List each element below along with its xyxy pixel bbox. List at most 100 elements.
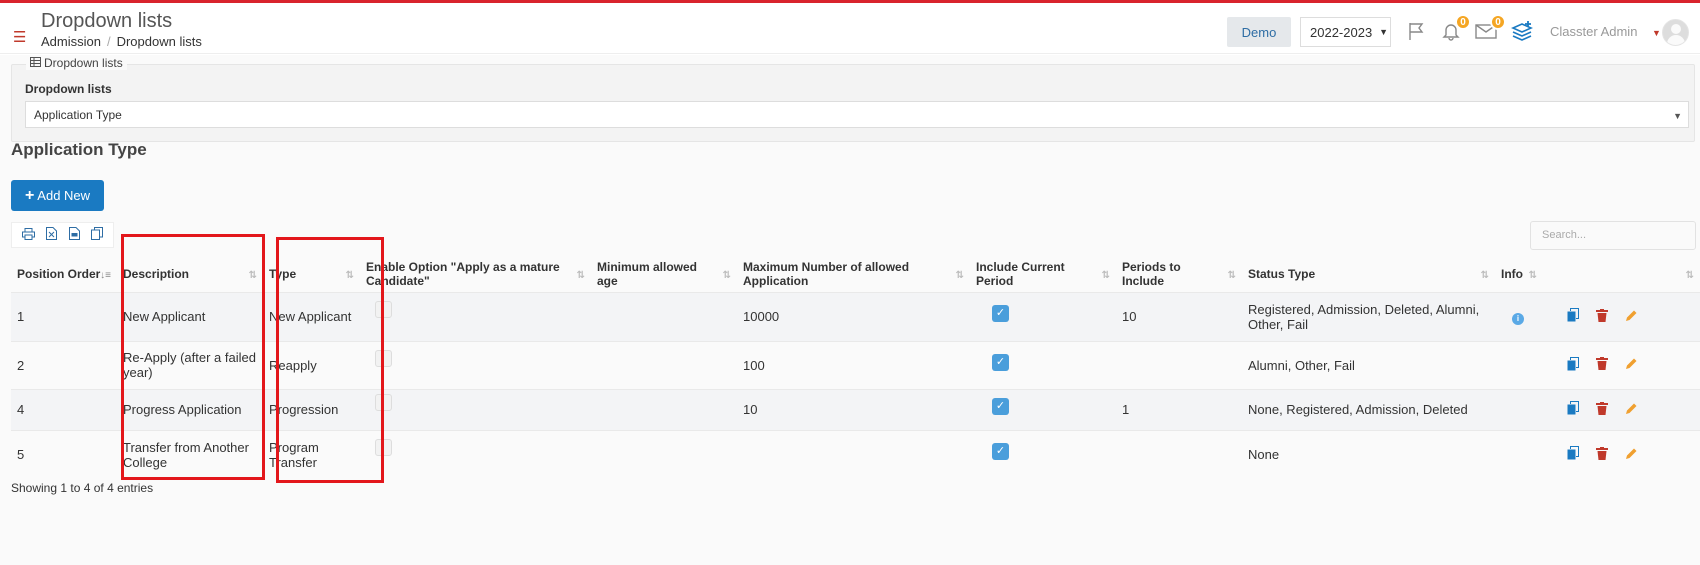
type-column-highlight [276, 237, 384, 483]
export-toolbar [11, 222, 114, 248]
bell-icon[interactable]: 0 [1438, 14, 1471, 44]
include-current-checkbox: ✓ [992, 398, 1009, 416]
duplicate-icon[interactable] [1567, 446, 1579, 463]
user-name[interactable]: Classter Admin [1550, 24, 1637, 39]
column-header-max-applications[interactable]: Maximum Number of allowed Application ⇅ [737, 256, 970, 292]
filter-legend: Dropdown lists [26, 56, 127, 70]
cell-info [1495, 429, 1543, 479]
edit-pencil-icon[interactable] [1625, 309, 1638, 325]
search-input[interactable]: Search... [1530, 221, 1696, 250]
dropdown-lists-label: Dropdown lists [25, 82, 112, 96]
dropdown-lists-select[interactable]: Application Type ▼ [25, 101, 1689, 128]
cell-periods [1116, 429, 1242, 479]
cell-status-type: None, Registered, Admission, Deleted [1242, 388, 1495, 430]
section-title: Application Type [11, 140, 147, 159]
user-menu-chevron-icon[interactable]: ▼ [1652, 28, 1661, 38]
include-current-checkbox: ✓ [992, 443, 1009, 461]
info-icon[interactable]: i [1512, 312, 1524, 325]
cell-position: 2 [11, 340, 117, 389]
cell-info: i [1495, 291, 1543, 341]
include-current-checkbox: ✓ [992, 305, 1009, 323]
cell-actions [1543, 388, 1700, 430]
cell-position: 1 [11, 291, 117, 341]
column-header-position-order[interactable]: Position Order ↓≡ [11, 256, 117, 292]
add-new-button[interactable]: + Add New [11, 180, 104, 211]
cell-include-current: ✓ [970, 429, 1116, 479]
cell-include-current: ✓ [970, 291, 1116, 341]
column-header-info[interactable]: Info ⇅ [1495, 256, 1543, 292]
cell-max-applications: 10 [737, 388, 970, 430]
plus-icon: + [24, 186, 35, 204]
cell-periods: 1 [1116, 388, 1242, 430]
breadcrumb-item-current: Dropdown lists [116, 34, 202, 49]
column-header-actions[interactable]: ⇅ [1543, 256, 1700, 292]
page-title: Dropdown lists [41, 10, 173, 32]
hamburger-menu-icon[interactable]: ☰ [13, 28, 26, 46]
cell-max-applications: 100 [737, 340, 970, 389]
cell-mature [360, 291, 591, 341]
cell-position: 4 [11, 388, 117, 430]
avatar[interactable] [1662, 19, 1689, 46]
filter-legend-text: Dropdown lists [44, 56, 123, 70]
cell-info [1495, 388, 1543, 430]
cell-include-current: ✓ [970, 340, 1116, 389]
pdf-export-icon[interactable] [68, 227, 80, 243]
flag-icon[interactable] [1403, 18, 1429, 44]
edit-pencil-icon[interactable] [1625, 357, 1638, 373]
duplicate-icon[interactable] [1567, 401, 1579, 418]
cell-position: 5 [11, 429, 117, 479]
chevron-down-icon: ▼ [1673, 111, 1682, 121]
envelope-icon[interactable]: 0 [1473, 14, 1506, 44]
cell-periods [1116, 340, 1242, 389]
breadcrumb: Admission / Dropdown lists [41, 34, 202, 49]
column-header-include-current-period[interactable]: Include Current Period ⇅ [970, 256, 1116, 292]
cell-info [1495, 340, 1543, 389]
column-header-mature-candidate[interactable]: Enable Option "Apply as a mature Candida… [360, 256, 591, 292]
cell-mature [360, 429, 591, 479]
delete-icon[interactable] [1596, 401, 1608, 418]
add-new-label: Add New [37, 188, 91, 203]
column-header-periods-to-include[interactable]: Periods to Include ⇅ [1116, 256, 1242, 292]
messages-badge: 0 [1490, 14, 1506, 30]
cell-min-age [591, 388, 737, 430]
copy-icon[interactable] [91, 227, 104, 243]
layers-plus-icon[interactable] [1509, 18, 1535, 44]
chevron-down-icon: ▼ [1379, 27, 1389, 37]
column-header-status-type[interactable]: Status Type ⇅ [1242, 256, 1495, 292]
edit-pencil-icon[interactable] [1625, 402, 1638, 418]
print-icon[interactable] [21, 227, 35, 243]
include-current-checkbox: ✓ [992, 353, 1009, 371]
academic-year-select[interactable]: 2022-2023 ▼ [1300, 17, 1391, 47]
duplicate-icon[interactable] [1567, 356, 1579, 374]
cell-mature [360, 388, 591, 430]
cell-status-type: Alumni, Other, Fail [1242, 340, 1495, 389]
description-column-highlight [121, 234, 265, 480]
demo-button[interactable]: Demo [1227, 17, 1291, 47]
cell-actions [1543, 291, 1700, 341]
cell-actions [1543, 429, 1700, 479]
academic-year-value: 2022-2023 [1310, 24, 1373, 40]
duplicate-icon[interactable] [1567, 308, 1579, 325]
delete-icon[interactable] [1596, 357, 1608, 373]
table-info: Showing 1 to 4 of 4 entries [11, 481, 154, 495]
cell-min-age [591, 291, 737, 341]
notifications-badge: 0 [1455, 14, 1471, 30]
breadcrumb-item-admission[interactable]: Admission [41, 34, 101, 49]
cell-include-current: ✓ [970, 388, 1116, 430]
delete-icon[interactable] [1596, 446, 1608, 463]
cell-actions [1543, 340, 1700, 389]
excel-export-icon[interactable] [46, 227, 58, 243]
cell-max-applications: 10000 [737, 291, 970, 341]
cell-periods: 10 [1116, 291, 1242, 341]
cell-min-age [591, 429, 737, 479]
page-header: ☰ Dropdown lists Admission / Dropdown list… [0, 3, 1700, 54]
delete-icon[interactable] [1596, 308, 1608, 325]
cell-status-type: Registered, Admission, Deleted, Alumni, … [1242, 291, 1495, 341]
dropdown-lists-selected-value: Application Type [34, 108, 122, 122]
cell-min-age [591, 340, 737, 389]
column-header-minimum-age[interactable]: Minimum allowed age ⇅ [591, 256, 737, 292]
edit-pencil-icon[interactable] [1625, 447, 1638, 463]
table-icon [30, 56, 41, 70]
cell-max-applications [737, 429, 970, 479]
cell-status-type: None [1242, 429, 1495, 479]
